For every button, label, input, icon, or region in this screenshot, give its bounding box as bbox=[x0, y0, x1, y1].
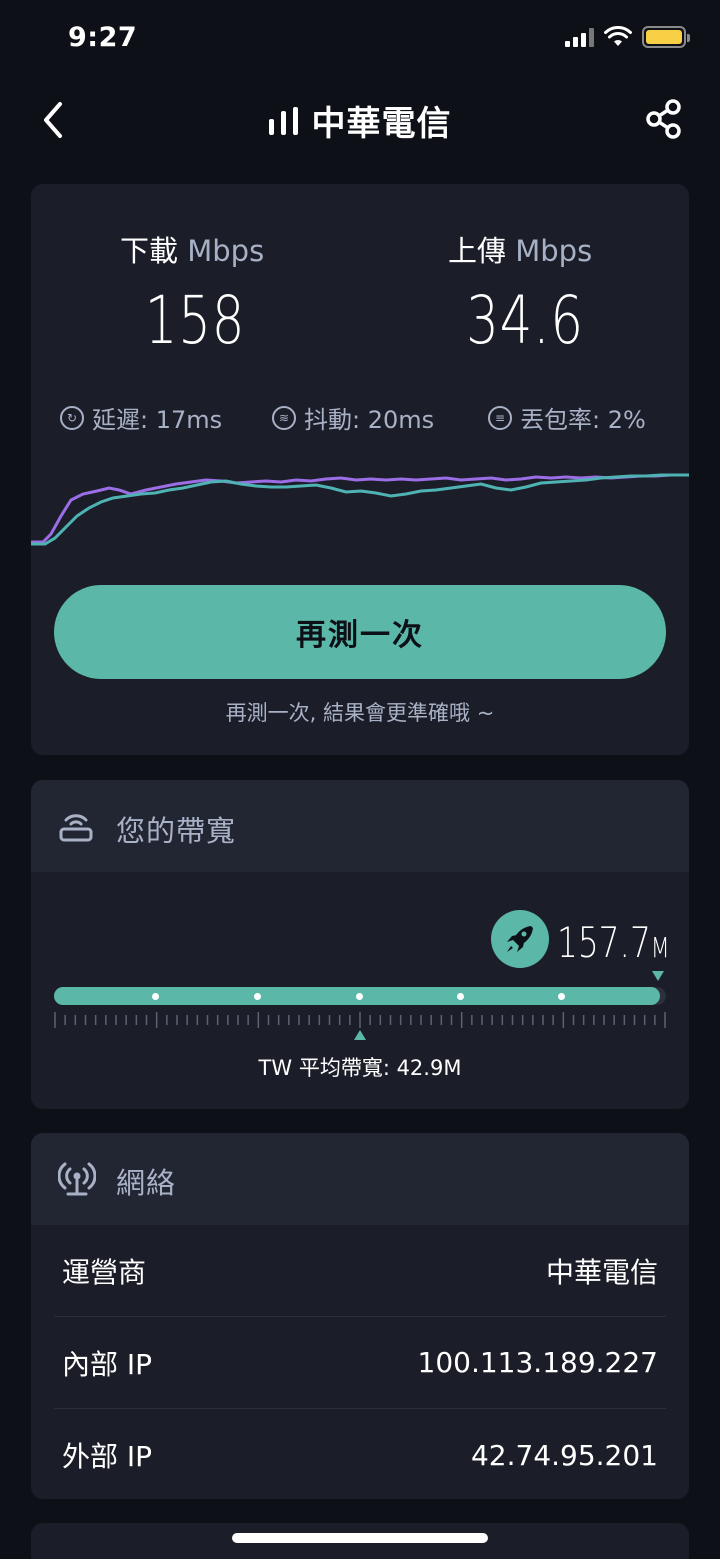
bandwidth-marker-icon bbox=[652, 971, 664, 981]
bandwidth-dot bbox=[152, 993, 159, 1000]
network-title: 網絡 bbox=[116, 1166, 177, 1200]
bandwidth-scale-ticks bbox=[54, 1012, 666, 1028]
bandwidth-dot bbox=[254, 993, 261, 1000]
tw-average-bandwidth: TW 平均帶寬: 42.9M bbox=[258, 1056, 462, 1080]
average-marker-icon bbox=[354, 1030, 366, 1040]
internal-ip-value: 100.113.189.227 bbox=[417, 1346, 658, 1379]
download-label: 下載 Mbps bbox=[120, 228, 264, 270]
router-icon bbox=[59, 814, 93, 842]
network-row-carrier: 運營商 中華電信 bbox=[54, 1225, 666, 1317]
network-row-internal-ip: 內部 IP 100.113.189.227 bbox=[54, 1317, 666, 1409]
bandwidth-title: 您的帶寬 bbox=[116, 814, 237, 848]
speed-graph bbox=[31, 473, 689, 546]
signal-bars-icon bbox=[268, 106, 298, 135]
external-ip-value: 42.74.95.201 bbox=[470, 1438, 658, 1472]
latency-text: 延遲: 17ms bbox=[92, 406, 223, 434]
jitter-metric: ≋ 抖動: 20ms bbox=[272, 400, 434, 435]
jitter-icon: ≋ bbox=[272, 405, 296, 430]
bandwidth-dot bbox=[558, 993, 565, 1000]
download-unit: Mbps bbox=[187, 234, 265, 268]
bandwidth-dot bbox=[356, 993, 363, 1000]
battery-icon bbox=[642, 26, 690, 48]
bandwidth-value: 157.7M bbox=[557, 918, 670, 967]
packet-loss-text: 丟包率: 2% bbox=[520, 406, 646, 434]
jitter-text: 抖動: 20ms bbox=[304, 406, 435, 434]
upload-unit: Mbps bbox=[515, 234, 593, 268]
share-icon[interactable] bbox=[644, 98, 684, 140]
upload-label: 上傳 Mbps bbox=[448, 228, 592, 270]
carrier-label: 運營商 bbox=[62, 1255, 147, 1289]
latency-icon: ↻ bbox=[60, 405, 84, 430]
home-indicator[interactable] bbox=[232, 1533, 488, 1543]
external-ip-label: 外部 IP bbox=[62, 1440, 153, 1473]
bandwidth-unit: M bbox=[650, 931, 670, 964]
cellular-signal-icon bbox=[565, 27, 594, 47]
bandwidth-number: 157.7 bbox=[557, 918, 651, 967]
packet-loss-icon: ≡ bbox=[488, 405, 512, 430]
retest-button[interactable]: 再測一次 bbox=[54, 585, 666, 679]
packet-loss-metric: ≡ 丟包率: 2% bbox=[488, 400, 646, 435]
internal-ip-label: 內部 IP bbox=[62, 1347, 153, 1381]
antenna-icon bbox=[58, 1162, 96, 1196]
latency-metric: ↻ 延遲: 17ms bbox=[60, 400, 222, 435]
status-icons bbox=[565, 26, 690, 48]
header-title-group: 中華電信 bbox=[0, 96, 720, 145]
bandwidth-dot bbox=[457, 993, 464, 1000]
network-row-external-ip: 外部 IP 42.74.95.201 bbox=[54, 1409, 666, 1501]
upload-label-text: 上傳 bbox=[448, 234, 507, 268]
retest-hint: 再測一次, 結果會更準確哦 ~ bbox=[225, 701, 495, 725]
upload-value: 34.6 bbox=[466, 282, 584, 359]
download-value: 158 bbox=[144, 282, 246, 359]
wifi-icon bbox=[604, 26, 632, 46]
upload-speed-line bbox=[31, 473, 689, 546]
rocket-icon bbox=[491, 910, 549, 968]
carrier-value: 中華電信 bbox=[545, 1255, 658, 1289]
download-label-text: 下載 bbox=[120, 234, 179, 268]
status-time: 9:27 bbox=[68, 22, 138, 53]
page-title: 中華電信 bbox=[311, 104, 452, 144]
download-speed-line bbox=[31, 473, 689, 544]
